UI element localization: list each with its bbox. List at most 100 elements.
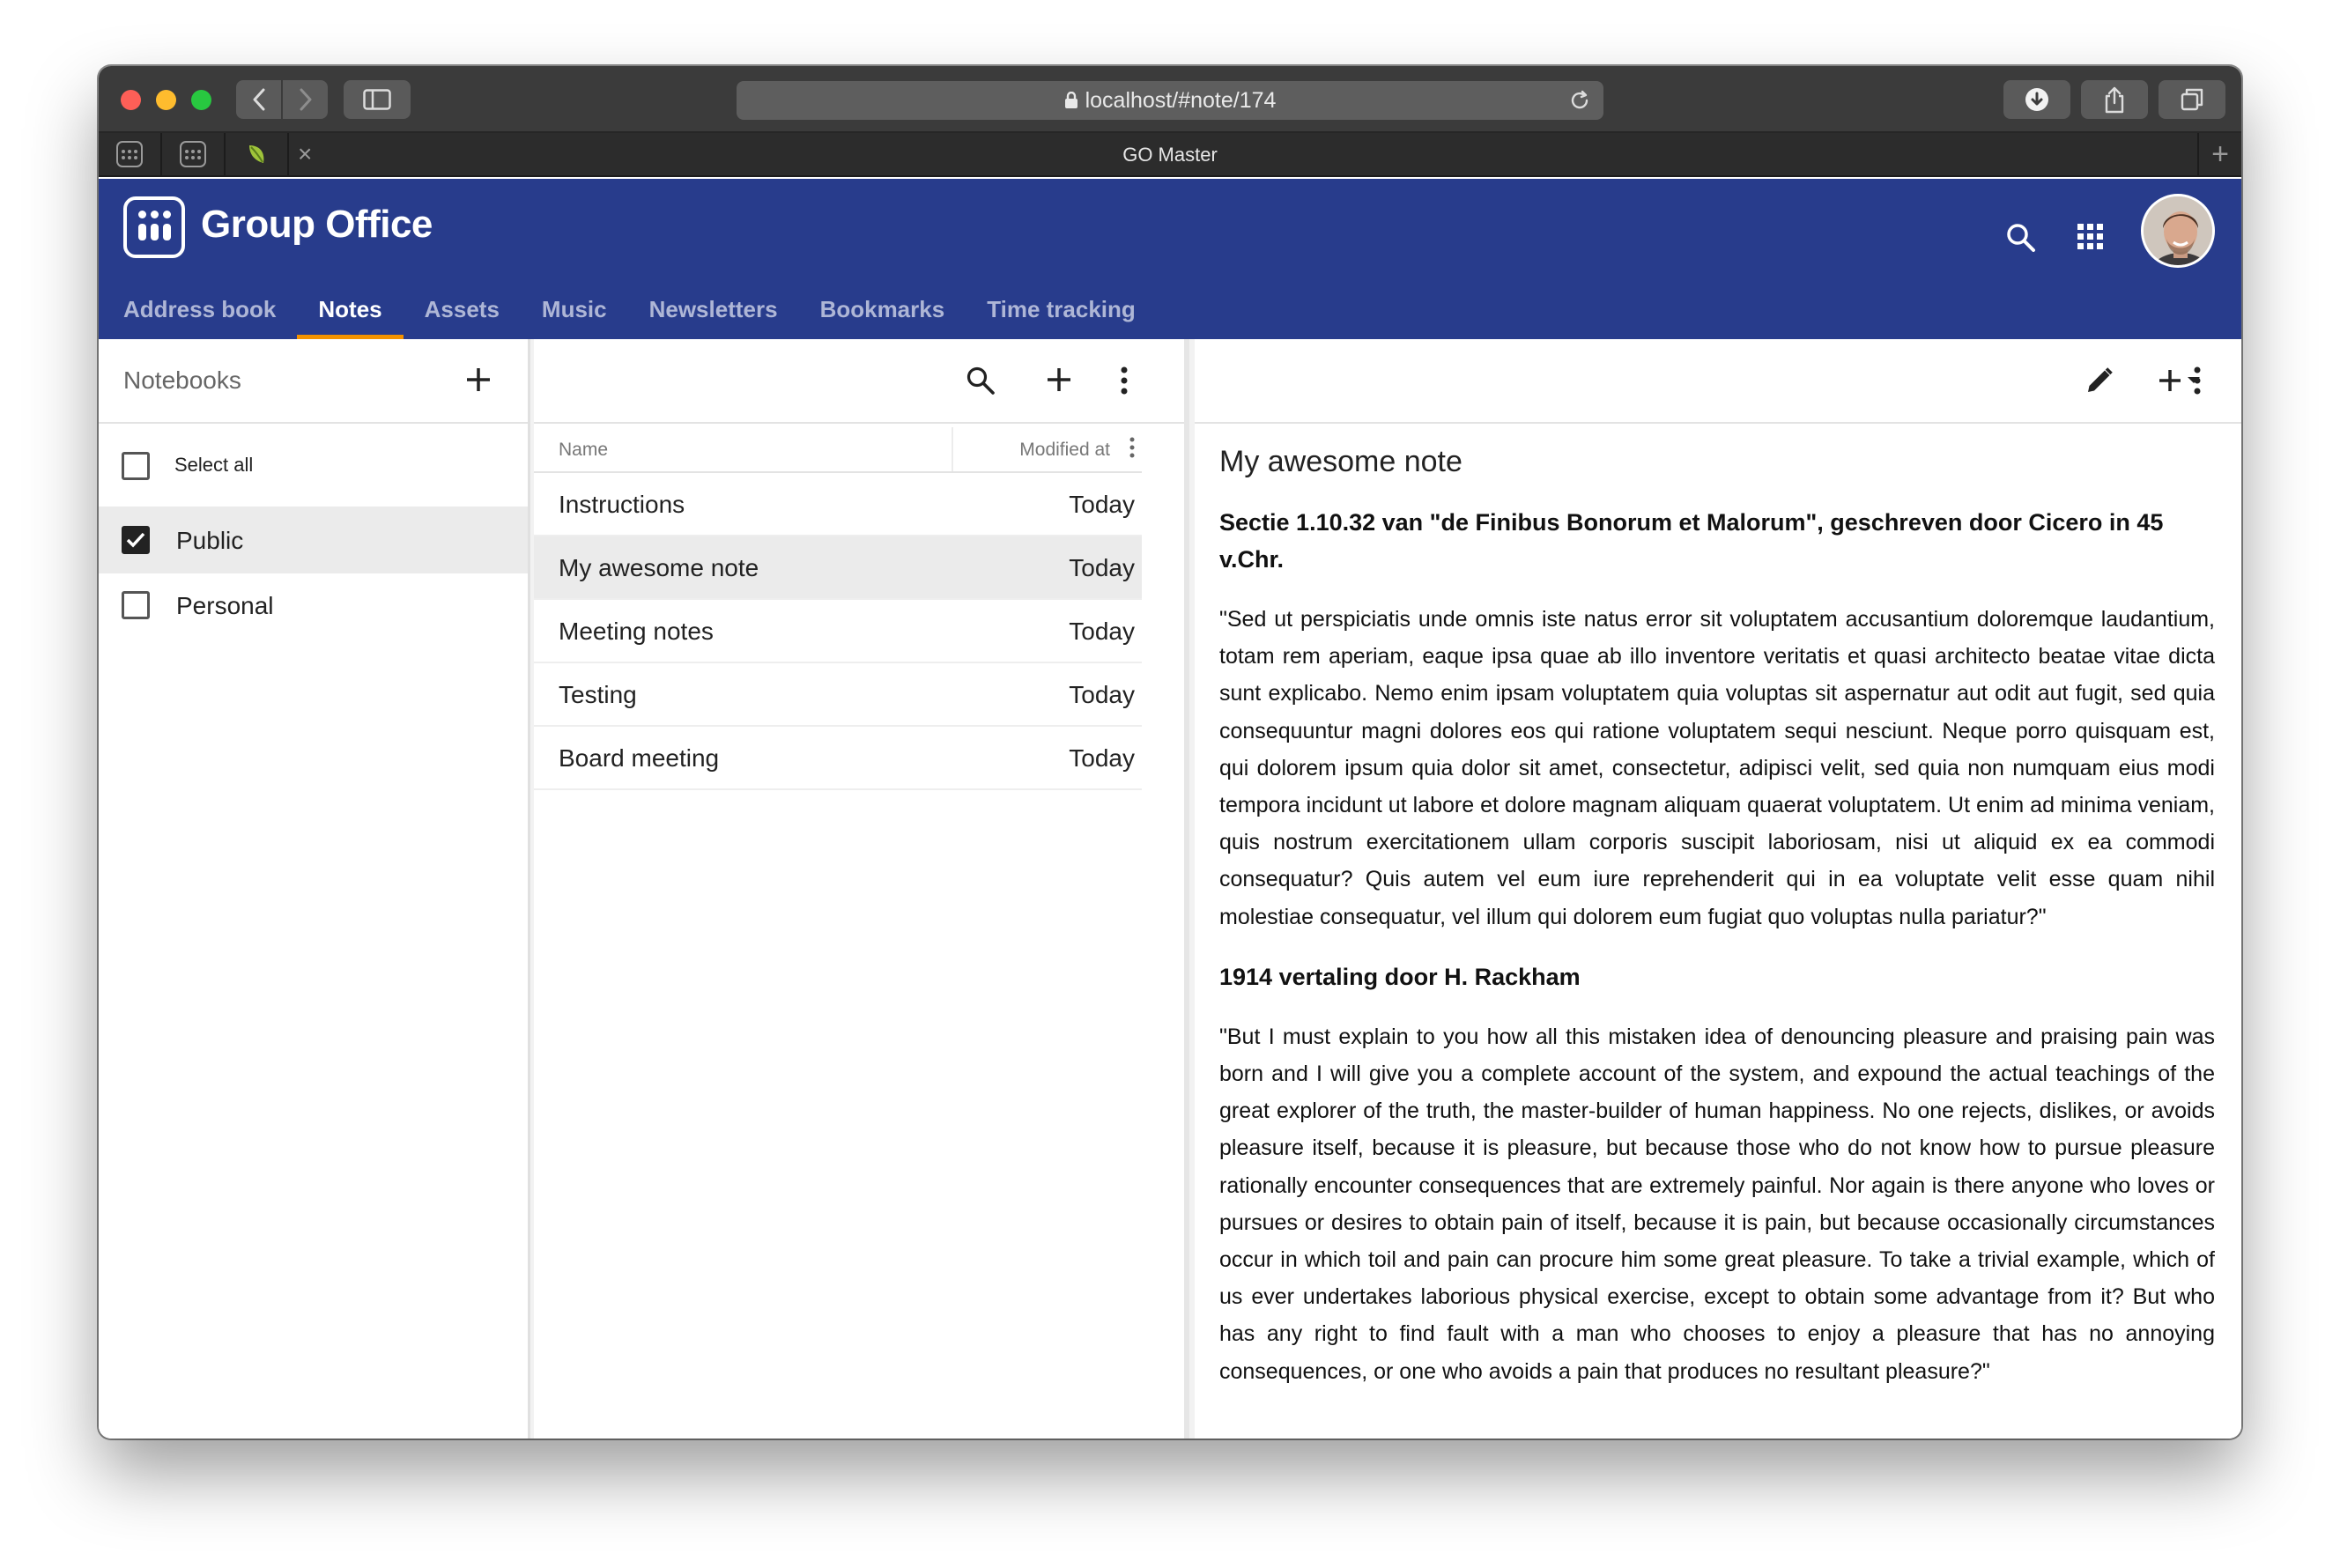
share-icon xyxy=(2105,86,2124,114)
tab-time-tracking[interactable]: Time tracking xyxy=(966,293,1157,339)
download-icon xyxy=(2025,88,2048,111)
pencil-icon xyxy=(2088,367,2113,392)
group-office-icon xyxy=(116,141,143,167)
search-icon[interactable] xyxy=(2005,222,2037,258)
edit-note-button[interactable] xyxy=(2085,366,2114,400)
note-name: My awesome note xyxy=(559,554,759,581)
note-name: Instructions xyxy=(559,491,685,518)
notebook-label: Personal xyxy=(176,592,274,619)
share-button[interactable] xyxy=(2081,80,2148,119)
plus-icon xyxy=(1048,368,1070,391)
sidebar-header: Notebooks xyxy=(99,339,528,424)
column-divider[interactable] xyxy=(952,427,953,471)
tab-newsletters[interactable]: Newsletters xyxy=(628,293,799,339)
browser-window: localhost/#note/174 × GO Master + Group … xyxy=(99,66,2241,1439)
select-all-label: Select all xyxy=(174,454,254,476)
note-row[interactable]: My awesome note Today xyxy=(534,536,1142,600)
notebook-checkbox-public[interactable] xyxy=(122,526,150,554)
checkmark-icon xyxy=(126,532,145,548)
note-modified: Today xyxy=(1069,554,1135,581)
list-more-button[interactable] xyxy=(1117,366,1131,400)
app-title: Group Office xyxy=(201,203,433,246)
url-text: localhost/#note/174 xyxy=(1085,87,1277,113)
chevron-left-icon xyxy=(253,88,264,111)
tab-music[interactable]: Music xyxy=(521,293,628,339)
chevron-right-icon xyxy=(300,88,311,111)
leaf-icon xyxy=(249,145,264,163)
note-heading: 1914 vertaling door H. Rackham xyxy=(1219,963,1581,990)
more-vertical-icon xyxy=(2194,366,2201,395)
lock-icon xyxy=(1064,92,1078,109)
tab-notes[interactable]: Notes xyxy=(297,293,404,339)
note-heading: Sectie 1.10.32 van "de Finibus Bonorum e… xyxy=(1219,509,2164,573)
address-bar[interactable]: localhost/#note/174 xyxy=(737,81,1603,120)
note-modified: Today xyxy=(1069,618,1135,645)
close-tab-icon[interactable]: × xyxy=(298,142,312,166)
note-detail-toolbar xyxy=(1195,339,2241,424)
note-title: My awesome note xyxy=(1219,445,1462,478)
pinned-tab-group-office-2[interactable] xyxy=(162,133,226,175)
notebooks-sidebar: Notebooks Select all Public Personal xyxy=(99,339,530,1439)
tab-overview-button[interactable] xyxy=(2159,80,2225,119)
forward-button[interactable] xyxy=(283,80,328,119)
zoom-window-button[interactable] xyxy=(191,90,211,110)
note-paragraph: "But I must explain to you how all this … xyxy=(1219,1024,2215,1384)
search-notes-button[interactable] xyxy=(966,366,996,400)
tab-address-book[interactable]: Address book xyxy=(123,293,297,339)
column-header-modified[interactable]: Modified at xyxy=(1019,440,1110,461)
back-button[interactable] xyxy=(236,80,281,119)
avatar[interactable] xyxy=(2141,194,2215,268)
notebook-item-personal[interactable]: Personal xyxy=(99,573,528,639)
note-name: Meeting notes xyxy=(559,618,714,645)
notebook-item-public[interactable]: Public xyxy=(99,508,528,573)
reload-icon[interactable] xyxy=(1568,89,1591,118)
notebook-label: Public xyxy=(176,527,244,554)
note-row[interactable]: Meeting notes Today xyxy=(534,600,1142,663)
select-all-row[interactable]: Select all xyxy=(99,424,528,508)
note-row[interactable]: Board meeting Today xyxy=(534,727,1142,790)
note-name: Testing xyxy=(559,681,637,708)
pinned-tab-group-office[interactable] xyxy=(99,133,162,175)
tab-assets[interactable]: Assets xyxy=(404,293,521,339)
apps-grid-icon[interactable] xyxy=(2077,224,2103,249)
sidebar-icon xyxy=(363,89,391,110)
more-vertical-icon xyxy=(1121,366,1128,395)
note-modified: Today xyxy=(1069,491,1135,518)
tabs-icon xyxy=(2181,88,2203,111)
note-more-button[interactable] xyxy=(2190,366,2204,400)
note-row[interactable]: Instructions Today xyxy=(534,473,1142,536)
notebook-checkbox-personal[interactable] xyxy=(122,591,150,619)
browser-toolbar: localhost/#note/174 xyxy=(99,66,2241,133)
note-modified: Today xyxy=(1069,681,1135,708)
add-note-button[interactable] xyxy=(1045,366,1073,398)
module-tabs: Address book Notes Assets Music Newslett… xyxy=(123,293,1157,339)
note-name: Board meeting xyxy=(559,744,720,772)
tab-bookmarks[interactable]: Bookmarks xyxy=(799,293,966,339)
new-tab-button[interactable]: + xyxy=(2197,133,2241,175)
close-window-button[interactable] xyxy=(121,90,141,110)
group-office-icon xyxy=(180,141,206,167)
note-list-panel: Name Modified at Instructions Today My a… xyxy=(534,339,1189,1439)
note-row[interactable]: Testing Today xyxy=(534,663,1142,727)
app-header: Group Office Address book Notes Assets M… xyxy=(99,179,2241,339)
group-office-logo-icon xyxy=(123,196,185,258)
main-panels: Notebooks Select all Public Personal Nam… xyxy=(99,339,2241,1439)
select-all-checkbox[interactable] xyxy=(122,452,150,480)
search-icon xyxy=(966,366,995,395)
active-tab-title: GO Master xyxy=(1122,144,1218,166)
column-header-name[interactable]: Name xyxy=(559,440,608,461)
note-content: My awesome note Sectie 1.10.32 van "de F… xyxy=(1195,424,2241,1390)
note-detail-panel: My awesome note Sectie 1.10.32 van "de F… xyxy=(1195,339,2241,1439)
minimize-window-button[interactable] xyxy=(156,90,176,110)
sidebar-toggle-button[interactable] xyxy=(344,80,411,119)
plus-icon xyxy=(467,368,490,391)
note-list-toolbar xyxy=(534,339,1184,424)
note-modified: Today xyxy=(1069,744,1135,772)
add-notebook-button[interactable] xyxy=(464,366,492,398)
note-paragraph: "Sed ut perspiciatis unde omnis iste nat… xyxy=(1219,607,2215,929)
column-menu-icon[interactable] xyxy=(1128,436,1137,463)
note-grid-header: Name Modified at xyxy=(534,424,1142,473)
downloads-button[interactable] xyxy=(2003,80,2070,119)
pinned-tab-leaf[interactable] xyxy=(226,133,289,175)
tab-bar: × GO Master + xyxy=(99,133,2241,177)
